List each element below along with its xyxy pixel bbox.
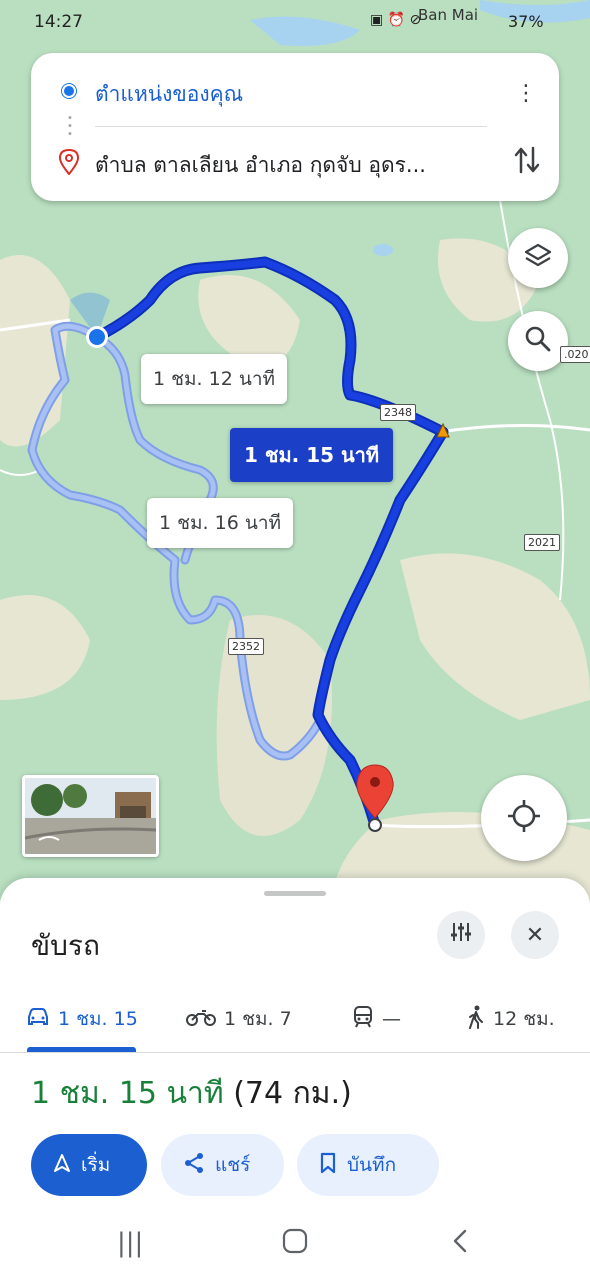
tab-motorbike-label: 1 ชม. 7: [224, 1008, 292, 1030]
origin-field[interactable]: ตำแหน่งของคุณ: [95, 78, 243, 111]
destination-row[interactable]: ตำบล ตาลเลียน อำเภอ กุดจับ อุดร...: [31, 129, 559, 189]
more-options-icon[interactable]: ⋮: [515, 81, 537, 106]
active-tab-indicator: [27, 1047, 136, 1052]
route-distance: (74 กม.): [233, 1076, 352, 1111]
status-time: 14:27: [34, 12, 83, 32]
road-shield-2352: 2352: [228, 638, 264, 655]
navigation-arrow-icon: [53, 1153, 71, 1178]
status-bar: 14:27 ▣ ⏰ ⊘ Ban Mai 37%: [0, 0, 590, 44]
tab-car-label: 1 ชม. 15: [58, 1008, 138, 1030]
status-icons: ▣ ⏰ ⊘: [370, 12, 422, 28]
crosshair-icon: [506, 798, 542, 838]
tab-car[interactable]: 1 ชม. 15: [26, 999, 138, 1039]
destination-pin-icon: [58, 148, 80, 179]
layers-button[interactable]: [508, 228, 568, 288]
car-icon: [26, 1007, 50, 1032]
alt-route-time-label[interactable]: 1 ชม. 12 นาที: [141, 354, 288, 404]
alt-route-time-label-2[interactable]: 1 ชม. 16 นาที: [147, 498, 294, 548]
search-along-route-button[interactable]: [508, 311, 568, 371]
travel-mode-tabs: 1 ชม. 15 1 ชม. 7 — 12 ชม.: [0, 991, 590, 1053]
close-button[interactable]: ✕: [511, 911, 559, 959]
sliders-icon: [449, 920, 473, 950]
tab-motorbike[interactable]: 1 ชม. 7: [186, 999, 292, 1039]
home-icon[interactable]: [282, 1228, 308, 1261]
back-icon[interactable]: [450, 1228, 472, 1261]
layers-icon: [523, 241, 553, 275]
share-icon: [183, 1152, 205, 1179]
route-card: ตำแหน่งของคุณ ⋮ • • • ตำบล ตาลเลียน อำเภอ …: [31, 53, 559, 201]
save-button[interactable]: บันทึก: [297, 1134, 439, 1196]
route-duration: 1 ชม. 15 นาที: [31, 1076, 224, 1111]
battery-level: 37%: [508, 12, 544, 31]
my-location-button[interactable]: [481, 775, 567, 861]
start-label: เริ่ม: [81, 1154, 111, 1176]
status-place-label: Ban Mai: [418, 6, 479, 24]
tab-walk-label: 12 ชม.: [493, 1008, 555, 1030]
close-icon: ✕: [525, 922, 545, 948]
motorbike-icon: [186, 1007, 216, 1032]
route-options-button[interactable]: [437, 911, 485, 959]
destination-field[interactable]: ตำบล ตาลเลียน อำเภอ กุดจับ อุดร...: [95, 149, 495, 182]
swap-direction-icon[interactable]: [513, 145, 541, 179]
divider: [95, 126, 487, 127]
tab-transit-label: —: [382, 1008, 401, 1030]
train-icon: [352, 1005, 374, 1034]
system-nav-bar: |||: [0, 1210, 590, 1280]
share-button[interactable]: แชร์: [161, 1134, 284, 1196]
walking-icon: [467, 1005, 485, 1034]
recent-apps-icon[interactable]: |||: [117, 1228, 143, 1258]
origin-row[interactable]: ตำแหน่งของคุณ ⋮: [31, 61, 559, 121]
road-shield-2020: .020: [560, 346, 590, 363]
route-summary: 1 ชม. 15 นาที (74 กม.): [31, 1070, 352, 1117]
main-route-time-label[interactable]: 1 ชม. 15 นาที: [230, 428, 394, 482]
road-shield-2021: 2021: [524, 534, 560, 551]
travel-mode-title: ขับรถ: [31, 929, 100, 962]
bookmark-icon: [319, 1152, 337, 1179]
search-icon: [524, 325, 552, 357]
origin-dot-icon: [62, 84, 76, 98]
save-label: บันทึก: [347, 1154, 397, 1176]
share-label: แชร์: [215, 1154, 251, 1176]
street-view-thumbnail[interactable]: [22, 775, 159, 857]
tab-transit[interactable]: —: [352, 999, 401, 1039]
road-shield-2348: 2348: [380, 404, 416, 421]
start-button[interactable]: เริ่ม: [31, 1134, 147, 1196]
sheet-drag-handle[interactable]: [264, 891, 326, 896]
tab-walk[interactable]: 12 ชม.: [467, 999, 555, 1039]
map-view[interactable]: 14:27 ▣ ⏰ ⊘ Ban Mai 37% ตำแหน่งของคุณ ⋮ …: [0, 0, 590, 900]
